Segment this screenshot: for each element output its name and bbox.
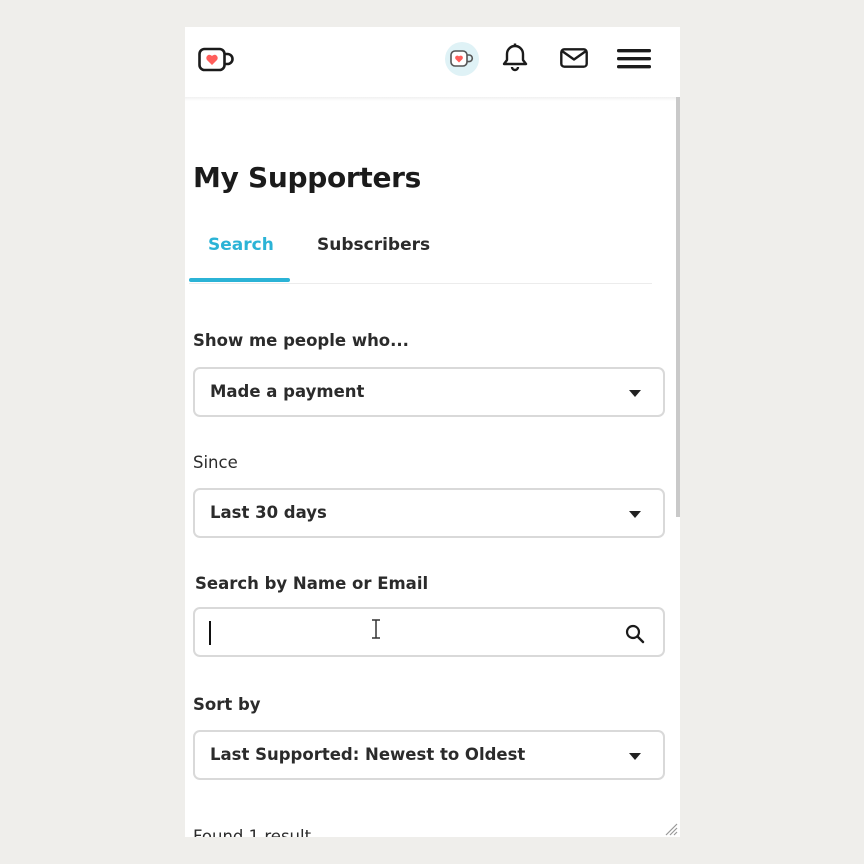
kofi-cup-avatar-icon[interactable] — [445, 42, 479, 76]
since-select[interactable]: Last 30 days — [193, 488, 665, 538]
kofi-logo-icon[interactable] — [198, 47, 234, 73]
show-me-label: Show me people who... — [193, 331, 409, 350]
topbar-divider — [185, 97, 680, 101]
text-cursor — [209, 621, 211, 645]
caret-down-icon — [629, 753, 641, 760]
caret-down-icon — [629, 390, 641, 397]
search-input[interactable] — [195, 609, 663, 655]
caret-down-icon — [629, 511, 641, 518]
tab-search[interactable]: Search — [208, 235, 274, 255]
sort-select[interactable]: Last Supported: Newest to Oldest — [193, 730, 665, 780]
show-me-select[interactable]: Made a payment — [193, 367, 665, 417]
tab-bar: Search Subscribers — [189, 227, 652, 284]
since-selected-value: Last 30 days — [210, 503, 327, 522]
top-navigation-bar — [185, 27, 680, 97]
envelope-icon[interactable] — [560, 48, 588, 72]
page-title: My Supporters — [193, 161, 422, 194]
ibeam-cursor-icon — [371, 619, 381, 643]
since-label: Since — [193, 453, 238, 472]
bell-icon[interactable] — [502, 43, 528, 77]
search-label: Search by Name or Email — [195, 574, 429, 593]
sort-selected-value: Last Supported: Newest to Oldest — [210, 745, 526, 764]
tab-subscribers[interactable]: Subscribers — [317, 235, 430, 255]
sort-label: Sort by — [193, 695, 261, 714]
hamburger-menu-icon[interactable] — [617, 49, 651, 73]
mobile-viewport: My Supporters Search Subscribers Show me… — [185, 27, 680, 837]
search-icon[interactable] — [625, 624, 645, 648]
active-tab-indicator — [189, 278, 290, 282]
search-field — [193, 607, 665, 657]
show-me-selected-value: Made a payment — [210, 382, 365, 401]
scrollbar[interactable] — [676, 97, 680, 517]
resize-grip-icon[interactable] — [664, 821, 678, 837]
results-summary: Found 1 result — [193, 827, 312, 837]
